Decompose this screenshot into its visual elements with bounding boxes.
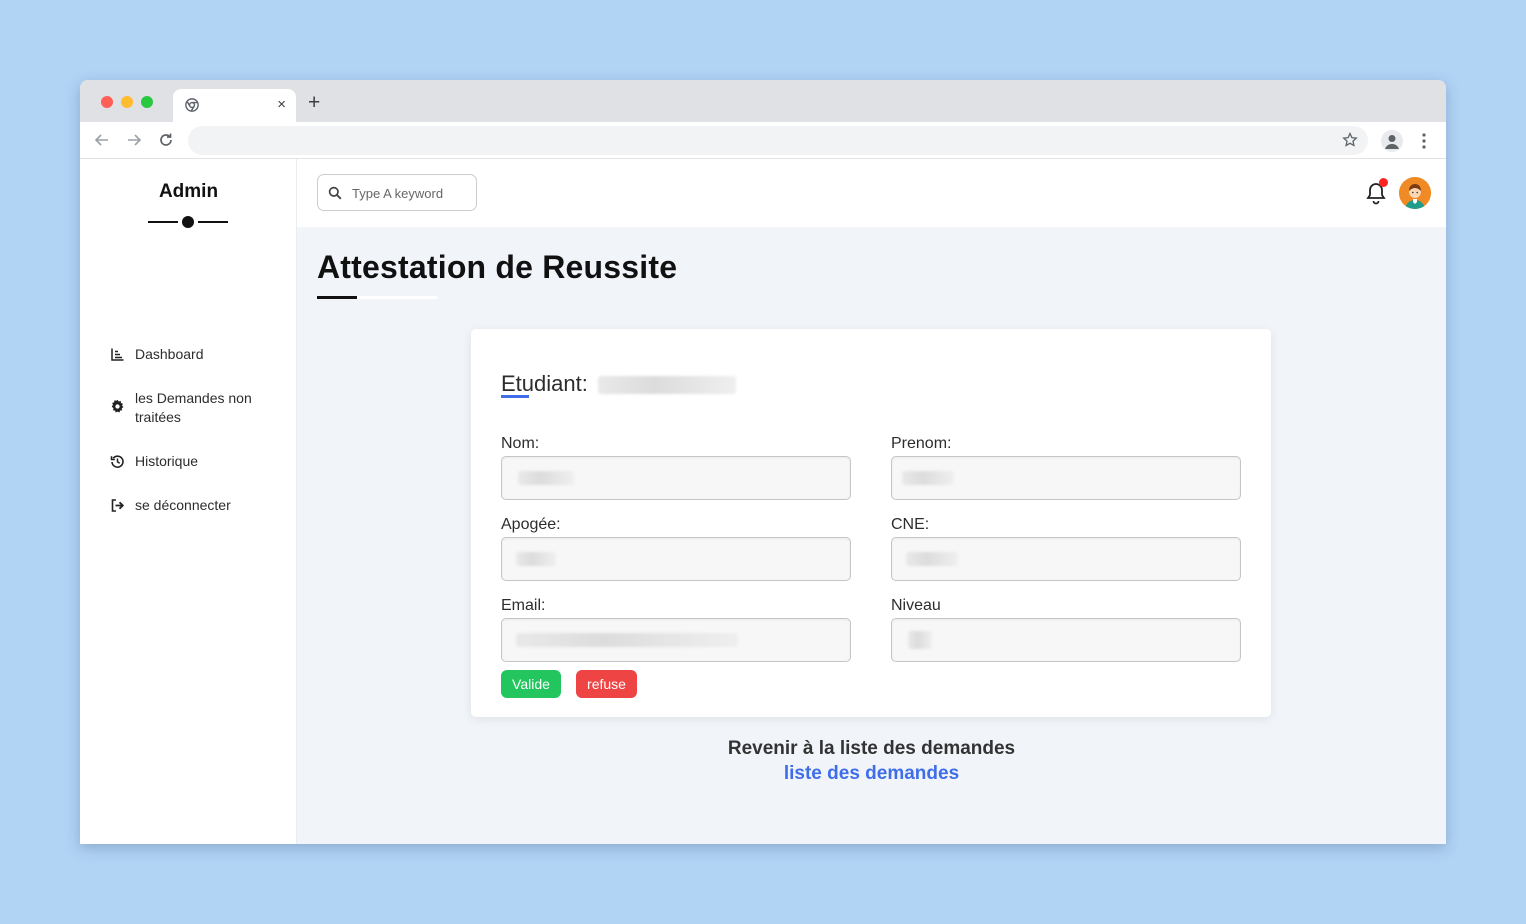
browser-tab[interactable]: × bbox=[173, 89, 296, 122]
close-window-button[interactable] bbox=[101, 96, 113, 108]
reload-icon[interactable] bbox=[156, 130, 176, 150]
main-content: Attestation de Reussite Etudiant: Nom: P… bbox=[297, 159, 1446, 844]
cne-field[interactable] bbox=[891, 537, 1241, 581]
new-tab-button[interactable]: + bbox=[308, 91, 320, 115]
card-title-prefix: Etudiant: bbox=[501, 371, 588, 396]
chrome-icon bbox=[185, 98, 199, 112]
minimize-window-button[interactable] bbox=[121, 96, 133, 108]
notification-badge bbox=[1379, 178, 1388, 187]
search-box[interactable] bbox=[317, 174, 477, 211]
forward-arrow-icon[interactable] bbox=[124, 130, 144, 150]
profile-icon[interactable] bbox=[1381, 130, 1403, 152]
tab-strip: × + bbox=[80, 80, 1446, 122]
chart-icon bbox=[111, 348, 124, 361]
kebab-menu-icon[interactable] bbox=[1417, 132, 1431, 150]
address-bar[interactable] bbox=[188, 126, 1368, 155]
redacted-value bbox=[902, 471, 954, 485]
back-text: Revenir à la liste des demandes bbox=[727, 738, 1016, 759]
student-card: Etudiant: Nom: Prenom: Apogée: CNE: Emai… bbox=[471, 329, 1271, 717]
apogee-label: Apogée: bbox=[501, 516, 561, 533]
history-icon bbox=[110, 455, 124, 468]
redacted-value bbox=[518, 471, 574, 485]
sidebar-item-historique[interactable]: Historique bbox=[110, 452, 198, 471]
top-bar bbox=[297, 159, 1446, 227]
sidebar-item-label: Historique bbox=[135, 453, 199, 469]
sidebar-item-demandes[interactable]: les Demandes non traitées bbox=[110, 389, 270, 427]
email-label: Email: bbox=[501, 597, 546, 614]
brand-divider bbox=[148, 216, 228, 228]
card-title-underline bbox=[501, 395, 529, 398]
valide-button[interactable]: Valide bbox=[501, 670, 561, 698]
browser-window: × + Admin Dashboard les Demandes non tra… bbox=[80, 80, 1446, 844]
sidebar-item-dashboard[interactable]: Dashboard bbox=[110, 345, 204, 364]
redacted-value bbox=[906, 552, 958, 566]
brand-title: Admin bbox=[158, 181, 219, 202]
search-icon bbox=[328, 186, 342, 200]
window-controls bbox=[101, 96, 153, 108]
sidebar: Admin Dashboard les Demandes non traitée… bbox=[80, 159, 297, 844]
demandes-list-link[interactable]: liste des demandes bbox=[297, 763, 1446, 785]
redacted-value bbox=[908, 631, 932, 649]
card-title: Etudiant: bbox=[501, 371, 736, 397]
close-tab-icon[interactable]: × bbox=[277, 95, 286, 115]
search-input[interactable] bbox=[352, 183, 470, 203]
prenom-field[interactable] bbox=[891, 456, 1241, 500]
niveau-field[interactable] bbox=[891, 618, 1241, 662]
redacted-value bbox=[516, 552, 556, 566]
nom-field[interactable] bbox=[501, 456, 851, 500]
maximize-window-button[interactable] bbox=[141, 96, 153, 108]
niveau-label: Niveau bbox=[891, 597, 941, 614]
redacted-value bbox=[516, 633, 738, 647]
email-field[interactable] bbox=[501, 618, 851, 662]
apogee-field[interactable] bbox=[501, 537, 851, 581]
title-underline bbox=[317, 296, 437, 299]
logout-icon bbox=[111, 499, 125, 512]
redacted-student-name bbox=[597, 376, 736, 395]
sidebar-item-label: les Demandes non traitées bbox=[135, 390, 252, 425]
gear-icon bbox=[111, 399, 124, 413]
back-arrow-icon[interactable] bbox=[92, 130, 112, 150]
cne-label: CNE: bbox=[891, 516, 930, 533]
sidebar-item-label: Dashboard bbox=[135, 346, 204, 362]
prenom-label: Prenom: bbox=[891, 435, 952, 452]
avatar[interactable] bbox=[1399, 177, 1431, 209]
star-icon[interactable] bbox=[1342, 132, 1358, 148]
sidebar-item-logout[interactable]: se déconnecter bbox=[110, 496, 231, 515]
sidebar-item-label: se déconnecter bbox=[135, 497, 231, 513]
page-title: Attestation de Reussite bbox=[317, 249, 678, 285]
browser-toolbar bbox=[80, 122, 1446, 159]
refuse-button[interactable]: refuse bbox=[576, 670, 637, 698]
nom-label: Nom: bbox=[501, 435, 540, 452]
